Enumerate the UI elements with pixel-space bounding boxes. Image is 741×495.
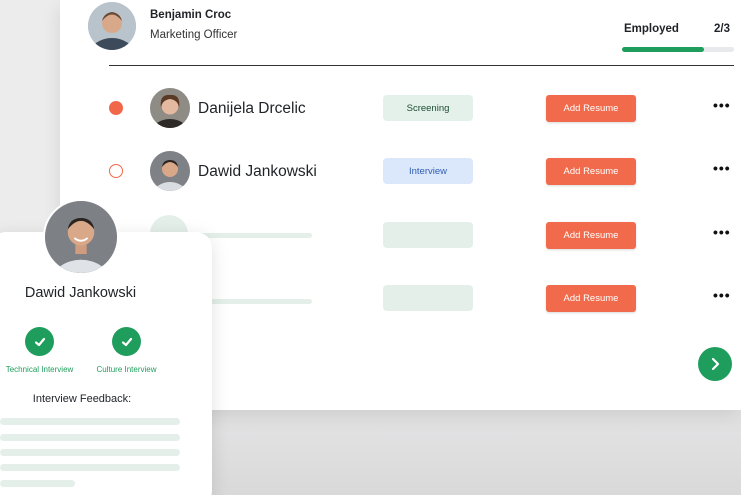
candidate-name[interactable]: Danijela Drcelic xyxy=(198,100,306,118)
name-placeholder xyxy=(198,299,312,304)
more-horizontal-icon[interactable]: ••• xyxy=(713,287,731,303)
stage-placeholder xyxy=(383,285,473,311)
avatar-candidate xyxy=(150,151,190,191)
avatar-header xyxy=(88,2,136,50)
stage-badge: Interview xyxy=(383,158,473,184)
add-resume-button[interactable]: Add Resume xyxy=(546,285,636,312)
add-resume-button[interactable]: Add Resume xyxy=(546,222,636,249)
candidate-name[interactable]: Dawid Jankowski xyxy=(198,163,317,181)
next-button[interactable] xyxy=(698,347,732,381)
status-label: Employed xyxy=(624,23,679,35)
status-dot-filled[interactable] xyxy=(109,101,123,115)
feedback-title: Interview Feedback: xyxy=(32,393,132,405)
check-icon xyxy=(121,337,132,346)
step-complete-technical xyxy=(25,327,54,356)
feedback-line xyxy=(0,464,180,471)
step-label: Technical Interview xyxy=(5,365,74,374)
avatar-profile xyxy=(43,199,119,275)
status-count: 2/3 xyxy=(714,23,730,35)
add-resume-button[interactable]: Add Resume xyxy=(546,158,636,185)
step-label: Culture Interview xyxy=(96,365,157,374)
name-placeholder xyxy=(198,233,312,238)
more-horizontal-icon[interactable]: ••• xyxy=(713,160,731,176)
check-icon xyxy=(34,337,45,346)
divider xyxy=(109,65,734,66)
feedback-line xyxy=(0,434,180,441)
avatar-candidate xyxy=(150,88,190,128)
stage-badge: Screening xyxy=(383,95,473,121)
feedback-line xyxy=(0,418,180,425)
more-horizontal-icon[interactable]: ••• xyxy=(713,97,731,113)
add-resume-button[interactable]: Add Resume xyxy=(546,95,636,122)
more-horizontal-icon[interactable]: ••• xyxy=(713,224,731,240)
feedback-line xyxy=(0,449,180,456)
progress-bar xyxy=(622,47,734,52)
profile-name: Dawid Jankowski xyxy=(24,285,137,301)
stage-placeholder xyxy=(383,222,473,248)
progress-fill xyxy=(622,47,704,52)
header-name: Benjamin Croc xyxy=(150,9,232,21)
step-complete-culture xyxy=(112,327,141,356)
status-dot-outline[interactable] xyxy=(109,164,123,178)
header-role: Marketing Officer xyxy=(150,29,238,41)
chevron-right-icon xyxy=(711,357,720,371)
feedback-line xyxy=(0,480,75,487)
